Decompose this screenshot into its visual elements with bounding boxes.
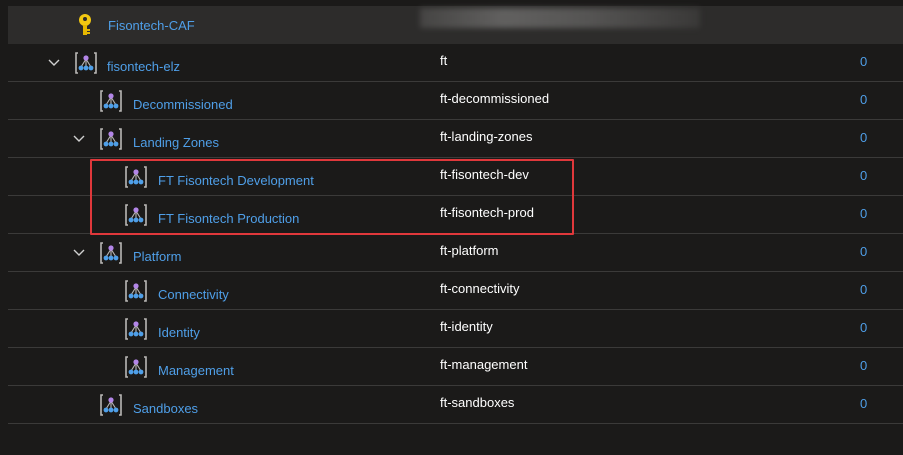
- table-row[interactable]: Platform ft-platform 0: [8, 234, 903, 272]
- group-name-link[interactable]: Management: [158, 348, 234, 389]
- subscription-count-link[interactable]: 0: [860, 92, 867, 107]
- group-name-link[interactable]: Decommissioned: [133, 82, 233, 123]
- management-group-icon: [123, 348, 149, 385]
- subscription-count-link[interactable]: 0: [860, 282, 867, 297]
- group-name-link[interactable]: Platform: [133, 234, 181, 275]
- group-name-link[interactable]: Identity: [158, 310, 200, 351]
- subscription-count-link[interactable]: 0: [860, 206, 867, 221]
- subscription-count-link[interactable]: 0: [860, 320, 867, 335]
- subscription-count-link[interactable]: 0: [860, 244, 867, 259]
- subscription-count-link[interactable]: 0: [860, 168, 867, 183]
- table-row[interactable]: Management ft-management 0: [8, 348, 903, 386]
- root-group-name[interactable]: Fisontech-CAF: [108, 6, 195, 44]
- group-id: ft-decommissioned: [440, 91, 550, 106]
- subscription-count-link[interactable]: 0: [860, 358, 867, 373]
- group-name-link[interactable]: Sandboxes: [133, 386, 198, 427]
- management-group-icon: [98, 234, 124, 271]
- subscription-count-link[interactable]: 0: [860, 54, 867, 69]
- group-id: ft-connectivity: [440, 281, 520, 296]
- management-group-icon: [123, 310, 149, 347]
- subscription-count-link[interactable]: 0: [860, 396, 867, 411]
- table-row[interactable]: Identity ft-identity 0: [8, 310, 903, 348]
- management-group-icon: [123, 272, 149, 309]
- group-id: ft: [440, 53, 448, 68]
- redacted-id: [420, 8, 700, 28]
- management-group-icon: [73, 44, 99, 81]
- group-id: ft-landing-zones: [440, 129, 533, 144]
- key-icon: [76, 6, 94, 44]
- table-row[interactable]: Decommissioned ft-decommissioned 0: [8, 82, 903, 120]
- group-id: ft-platform: [440, 243, 499, 258]
- management-group-icon: [98, 386, 124, 423]
- group-name-link[interactable]: Connectivity: [158, 272, 229, 313]
- management-group-icon: [98, 120, 124, 157]
- group-id: ft-sandboxes: [440, 395, 515, 410]
- management-group-icon: [98, 82, 124, 119]
- subscription-count-link[interactable]: 0: [860, 130, 867, 145]
- group-name-link[interactable]: fisontech-elz: [107, 44, 180, 85]
- group-name-link[interactable]: Landing Zones: [133, 120, 219, 161]
- chevron-down-icon[interactable]: [71, 131, 87, 147]
- chevron-down-icon[interactable]: [46, 55, 62, 71]
- table-row[interactable]: Landing Zones ft-landing-zones 0: [8, 120, 903, 158]
- table-row[interactable]: fisontech-elz ft 0: [8, 44, 903, 82]
- table-row[interactable]: Connectivity ft-connectivity 0: [8, 272, 903, 310]
- group-id: ft-management: [440, 357, 528, 372]
- group-id: ft-identity: [440, 319, 493, 334]
- highlight-box: [90, 159, 574, 235]
- chevron-down-icon[interactable]: [71, 245, 87, 261]
- table-row[interactable]: Sandboxes ft-sandboxes 0: [8, 386, 903, 424]
